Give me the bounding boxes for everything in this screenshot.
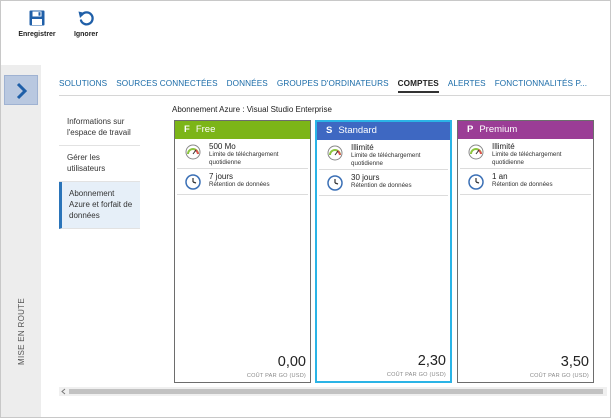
subscription-title: Abonnement Azure : Visual Studio Enterpr… (172, 105, 332, 114)
retention-row: 30 jours Rétention de données (319, 170, 448, 196)
upload-limit-row: 500 Mo Limite de téléchargement quotidie… (177, 139, 308, 169)
plan-price: 3,50 (560, 354, 589, 370)
blade-shell: MISE EN ROUTE SOLUTIONS SOURCES CONNECTÉE… (1, 65, 610, 417)
upload-limit-row: Illimité Limite de téléchargement quotid… (319, 140, 448, 170)
plan-price: 0,00 (277, 354, 306, 370)
retention-desc: Rétention de données (492, 181, 553, 188)
side-nav: Informations sur l'espace de travail Gér… (59, 110, 140, 229)
retention-row: 7 jours Rétention de données (177, 169, 308, 195)
plan-header: P Premium (458, 121, 593, 139)
tab-alerts[interactable]: ALERTES (448, 79, 486, 91)
tab-bar: SOLUTIONS SOURCES CONNECTÉES DONNÉES GROUPE… (59, 73, 596, 95)
plan-letter: S (326, 125, 333, 136)
undo-icon (78, 11, 94, 26)
plan-header: S Standard (317, 122, 450, 140)
save-button[interactable]: Enregistrer (9, 7, 65, 47)
upload-limit-value: 500 Mo (209, 142, 236, 151)
clock-icon (327, 175, 343, 191)
plan-card-standard[interactable]: S Standard Illimité Limite de téléchargem… (315, 120, 452, 383)
tab-solutions[interactable]: SOLUTIONS (59, 79, 107, 91)
save-icon (29, 10, 45, 26)
scrollbar-thumb[interactable] (69, 389, 603, 394)
gauge-icon (185, 144, 201, 160)
tab-data[interactable]: DONNÉES (227, 79, 268, 91)
horizontal-scrollbar[interactable] (59, 387, 607, 396)
upload-limit-value: Illimité (351, 143, 374, 152)
tab-connected-sources[interactable]: SOURCES CONNECTÉES (116, 79, 217, 91)
discard-button-label: Ignorer (73, 31, 99, 38)
clock-icon (185, 174, 201, 190)
plan-price-label: COÛT PAR GO (USD) (246, 373, 306, 379)
plan-card-free[interactable]: F Free 500 Mo Limite de téléchargement qu… (174, 120, 311, 383)
retention-value: 30 jours (351, 173, 380, 182)
gauge-icon (468, 144, 484, 160)
sidenav-item-manage-users[interactable]: Gérer les utilisateurs (59, 146, 140, 182)
main-panel: SOLUTIONS SOURCES CONNECTÉES DONNÉES GROUPE… (41, 65, 610, 417)
plan-price: 2,30 (417, 353, 446, 369)
tab-divider (59, 95, 610, 96)
tab-preview-features[interactable]: FONCTIONNALITÉS P... (495, 79, 587, 91)
rail-label: MISE EN ROUTE (17, 297, 26, 365)
upload-limit-desc: Limite de téléchargement quotidienne (351, 152, 421, 167)
discard-button[interactable]: Ignorer (58, 7, 114, 47)
tab-computer-groups[interactable]: GROUPES D'ORDINATEURS (277, 79, 389, 91)
sidenav-item-subscription[interactable]: Abonnement Azure et forfait de données (59, 182, 140, 229)
sidenav-item-workspace-info[interactable]: Informations sur l'espace de travail (59, 110, 140, 146)
retention-desc: Rétention de données (209, 181, 270, 188)
save-button-label: Enregistrer (18, 31, 56, 38)
chevron-right-icon (16, 82, 28, 100)
left-rail: MISE EN ROUTE (1, 65, 41, 417)
retention-value: 1 an (492, 172, 508, 181)
pricing-plans: F Free 500 Mo Limite de téléchargement qu… (174, 120, 610, 383)
plan-name: Premium (479, 124, 518, 135)
retention-value: 7 jours (209, 172, 234, 181)
plan-name: Free (195, 124, 216, 135)
clock-icon (468, 174, 484, 190)
upload-limit-row: Illimité Limite de téléchargement quotid… (460, 139, 591, 169)
plan-letter: P (467, 124, 474, 135)
expand-rail-button[interactable] (4, 75, 38, 105)
retention-row: 1 an Rétention de données (460, 169, 591, 195)
plan-card-premium[interactable]: P Premium Illimité Limite de téléchargeme… (457, 120, 594, 383)
plan-price-label: COÛT PAR GO (USD) (529, 373, 589, 379)
tab-accounts[interactable]: COMPTES (397, 79, 439, 93)
upload-limit-value: Illimité (492, 142, 515, 151)
scroll-left-icon[interactable] (60, 388, 67, 395)
upload-limit-desc: Limite de téléchargement quotidienne (209, 151, 279, 166)
plan-name: Standard (338, 125, 377, 136)
gauge-icon (327, 145, 343, 161)
plan-header: F Free (175, 121, 310, 139)
upload-limit-desc: Limite de téléchargement quotidienne (492, 151, 562, 166)
command-bar: Enregistrer Ignorer (1, 1, 610, 65)
retention-desc: Rétention de données (351, 182, 412, 189)
plan-letter: F (184, 124, 190, 135)
plan-price-label: COÛT PAR GO (USD) (386, 372, 446, 378)
